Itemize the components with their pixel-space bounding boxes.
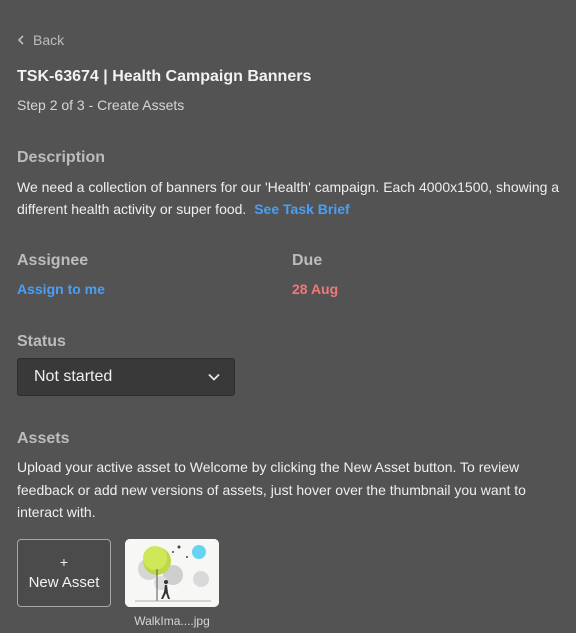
see-task-brief-link[interactable]: See Task Brief [254,201,349,217]
status-heading: Status [17,333,66,350]
status-selected-value: Not started [34,368,113,385]
chevron-down-icon [208,368,220,386]
back-label: Back [33,32,65,48]
assign-to-me-link[interactable]: Assign to me [17,281,105,297]
task-detail-page: Back TSK-63674 | Health Campaign Banners… [0,0,576,633]
asset-thumbnail[interactable] [125,539,219,607]
asset-filename: WalkIma....jpg [134,614,210,628]
plus-icon: + [59,553,69,570]
task-step: Step 2 of 3 - Create Assets [17,97,185,113]
assignee-heading: Assignee [17,252,89,269]
task-title: TSK-63674 | Health Campaign Banners [17,68,312,85]
new-asset-button[interactable]: + New Asset [17,539,111,607]
due-heading: Due [292,252,323,269]
back-button[interactable]: Back [17,32,64,48]
new-asset-label: New Asset [28,573,100,591]
chevron-left-icon [17,32,25,48]
walking-illustration-image [125,539,219,607]
assets-instructions: Upload your active asset to Welcome by c… [17,459,526,520]
description-text: We need a collection of banners for our … [17,176,562,220]
status-dropdown[interactable]: Not started [17,358,235,396]
due-date: 28 Aug [292,281,339,297]
description-heading: Description [17,149,106,166]
assets-heading: Assets [17,430,70,447]
